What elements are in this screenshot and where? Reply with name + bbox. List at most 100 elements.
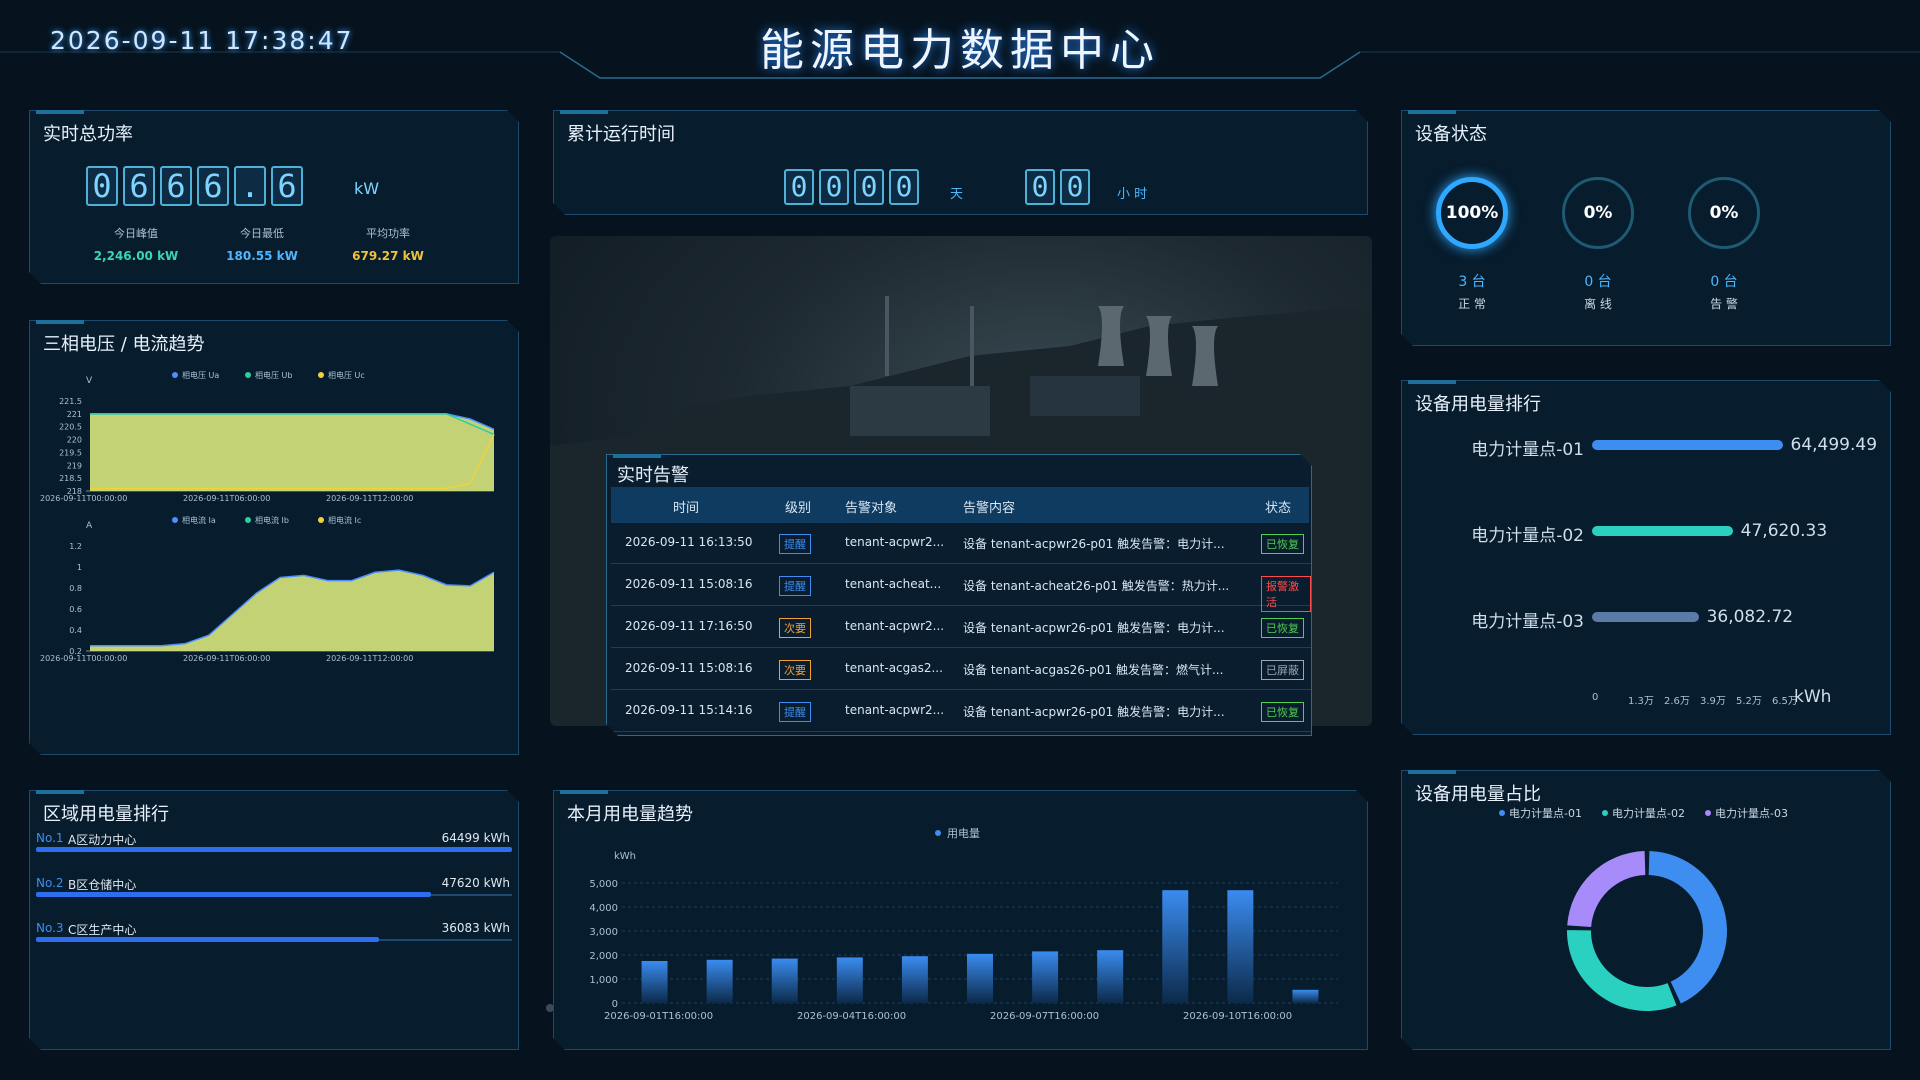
alarm-time: 2026-09-11 15:08:16 bbox=[625, 577, 753, 591]
rank-value: 64,499.49 bbox=[1790, 435, 1878, 455]
col-level: 级别 bbox=[785, 501, 812, 516]
runtime-hour-unit: 小 时 bbox=[1117, 187, 1148, 202]
legend-dot bbox=[1499, 810, 1505, 816]
alarm-panel: 实时告警 时间 级别 告警对象 告警内容 状态 2026-09-11 16:13… bbox=[606, 454, 1312, 736]
legend-dot bbox=[318, 372, 324, 378]
legend-dot bbox=[245, 372, 251, 378]
status-percent: 100% bbox=[1445, 203, 1499, 223]
runtime-panel: 累计运行时间 0000 天 00 小 时 bbox=[553, 110, 1368, 215]
alarm-time: 2026-09-11 17:16:50 bbox=[625, 619, 753, 633]
region-rank-panel: 区域用电量排行 No.1 A区动力中心 64499 kWh No.2 B区仓储中心 476… bbox=[29, 790, 519, 1050]
alarm-level: 提醒 bbox=[779, 702, 811, 722]
x-tick: 2026-09-11T06:00:00 bbox=[183, 654, 270, 663]
bar bbox=[967, 954, 993, 1003]
y-tick: 4,000 bbox=[589, 903, 618, 914]
legend-label: 相电压 Ub bbox=[255, 370, 292, 380]
y-tick: 1.2 bbox=[69, 542, 82, 551]
device-rank-panel: 设备用电量排行 电力计量点-01 64,499.49 电力计量点-02 47,620.… bbox=[1401, 380, 1891, 735]
region-name: A区动力中心 bbox=[68, 833, 137, 847]
alarm-level: 提醒 bbox=[779, 576, 811, 596]
status-label: 告 警 bbox=[1710, 297, 1738, 311]
col-time: 时间 bbox=[673, 501, 700, 516]
runtime-hours: 00 bbox=[1025, 169, 1095, 205]
alarm-time: 2026-09-11 15:08:16 bbox=[625, 661, 753, 675]
legend-dot bbox=[172, 372, 178, 378]
runtime-digit: 0 bbox=[784, 169, 814, 205]
col-status: 状态 bbox=[1265, 501, 1292, 516]
alarm-row[interactable]: 2026-09-11 16:13:50 提醒 tenant-acpwr2... 设备 … bbox=[611, 523, 1311, 564]
power-unit: kW bbox=[354, 179, 380, 198]
donut-slice[interactable] bbox=[1567, 851, 1645, 927]
rank-label: 电力计量点-03 bbox=[1471, 612, 1584, 632]
power-digit: . bbox=[234, 166, 266, 206]
x-tick: 2026-09-01T16:00:00 bbox=[604, 1011, 713, 1022]
legend-label: 用电量 bbox=[947, 827, 980, 840]
y-tick: 219 bbox=[67, 461, 82, 470]
alarm-level: 次要 bbox=[779, 660, 811, 680]
rank-value: 36,082.72 bbox=[1706, 607, 1794, 627]
alarm-level: 提醒 bbox=[779, 534, 811, 554]
runtime-digit: 0 bbox=[1060, 169, 1090, 205]
runtime-days: 0000 bbox=[784, 169, 924, 205]
region-no: No.1 bbox=[36, 831, 64, 845]
legend-label: 相电流 Ic bbox=[328, 515, 361, 525]
stat-label: 今日最低 bbox=[240, 227, 284, 240]
stat-value: 679.27 kW bbox=[352, 249, 424, 263]
power-digit: 6 bbox=[271, 166, 303, 206]
alarm-level: 次要 bbox=[779, 618, 811, 638]
legend-label: 电力计量点-01 bbox=[1509, 807, 1582, 820]
y-tick: 5,000 bbox=[589, 879, 618, 890]
axis-unit: kWh bbox=[1794, 687, 1832, 707]
share-chart: 电力计量点-01 电力计量点-02 电力计量点-03 bbox=[1402, 771, 1892, 1051]
power-digit: 0 bbox=[86, 166, 118, 206]
bar bbox=[642, 961, 668, 1003]
region-name: B区仓储中心 bbox=[68, 878, 137, 892]
col-content: 告警内容 bbox=[963, 501, 1016, 516]
panel-title: 实时总功率 bbox=[43, 124, 133, 145]
runtime-digit: 0 bbox=[1025, 169, 1055, 205]
alarm-table-header: 时间 级别 告警对象 告警内容 状态 bbox=[611, 487, 1309, 523]
runtime-digit: 0 bbox=[819, 169, 849, 205]
y-tick: 221.5 bbox=[59, 397, 82, 406]
alarm-obj: tenant-acgas2... bbox=[845, 661, 943, 675]
region-value: 47620 kWh bbox=[441, 876, 510, 890]
region-bar bbox=[36, 847, 512, 852]
alarm-status: 已屏蔽 bbox=[1261, 660, 1304, 680]
alarm-content: 设备 tenant-acgas26-p01 触发告警：燃气计... bbox=[963, 663, 1224, 677]
x-tick: 2026-09-10T16:00:00 bbox=[1183, 1011, 1292, 1022]
share-panel: 设备用电量占比 电力计量点-01 电力计量点-02 电力计量点-03 bbox=[1401, 770, 1891, 1050]
region-bar bbox=[36, 892, 431, 897]
alarm-row[interactable]: 2026-09-11 15:08:16 次要 tenant-acgas2... 设备 … bbox=[611, 649, 1311, 690]
y-tick: 220.5 bbox=[59, 423, 82, 432]
alarm-row[interactable]: 2026-09-11 15:08:16 提醒 tenant-acheat... 设备 … bbox=[611, 565, 1311, 606]
legend-dot bbox=[1705, 810, 1711, 816]
status-percent: 0% bbox=[1709, 203, 1739, 223]
bar bbox=[1032, 951, 1058, 1003]
region-value: 36083 kWh bbox=[441, 921, 510, 935]
rank-bar bbox=[1592, 440, 1783, 450]
y-tick: 220 bbox=[67, 436, 82, 445]
alarm-status: 已恢复 bbox=[1261, 618, 1304, 638]
power-digits: 0666.6 bbox=[86, 166, 308, 206]
alarm-row[interactable]: 2026-09-11 17:16:50 次要 tenant-acpwr2... 设备 … bbox=[611, 607, 1311, 648]
status-count: 0 台 bbox=[1710, 274, 1738, 290]
unit-label: kWh bbox=[614, 851, 636, 862]
donut-slice[interactable] bbox=[1567, 930, 1676, 1011]
y-tick: 2,000 bbox=[589, 951, 618, 962]
legend-label: 电力计量点-03 bbox=[1715, 807, 1788, 820]
power-digit: 6 bbox=[160, 166, 192, 206]
bar bbox=[1097, 950, 1123, 1003]
x-tick: 2026-09-04T16:00:00 bbox=[797, 1011, 906, 1022]
power-digit: 6 bbox=[123, 166, 155, 206]
alarm-obj: tenant-acheat... bbox=[845, 577, 942, 591]
region-bar bbox=[36, 937, 379, 942]
alarm-content: 设备 tenant-acpwr26-p01 触发告警：电力计... bbox=[963, 537, 1225, 551]
x-tick: 2026-09-11T06:00:00 bbox=[183, 494, 270, 503]
y-tick: 221 bbox=[67, 410, 82, 419]
trend-panel: 三相电压 / 电流趋势 V 相电压 Ua 相电压 Ub 相电压 Uc 221.5 221 2… bbox=[29, 320, 519, 755]
alarm-row[interactable]: 2026-09-11 15:14:16 提醒 tenant-acpwr2... 设备 … bbox=[611, 691, 1311, 732]
status-ring: 100% bbox=[1436, 177, 1508, 249]
area-series bbox=[90, 414, 494, 491]
donut-slice[interactable] bbox=[1649, 851, 1727, 1003]
power-digit: 6 bbox=[197, 166, 229, 206]
